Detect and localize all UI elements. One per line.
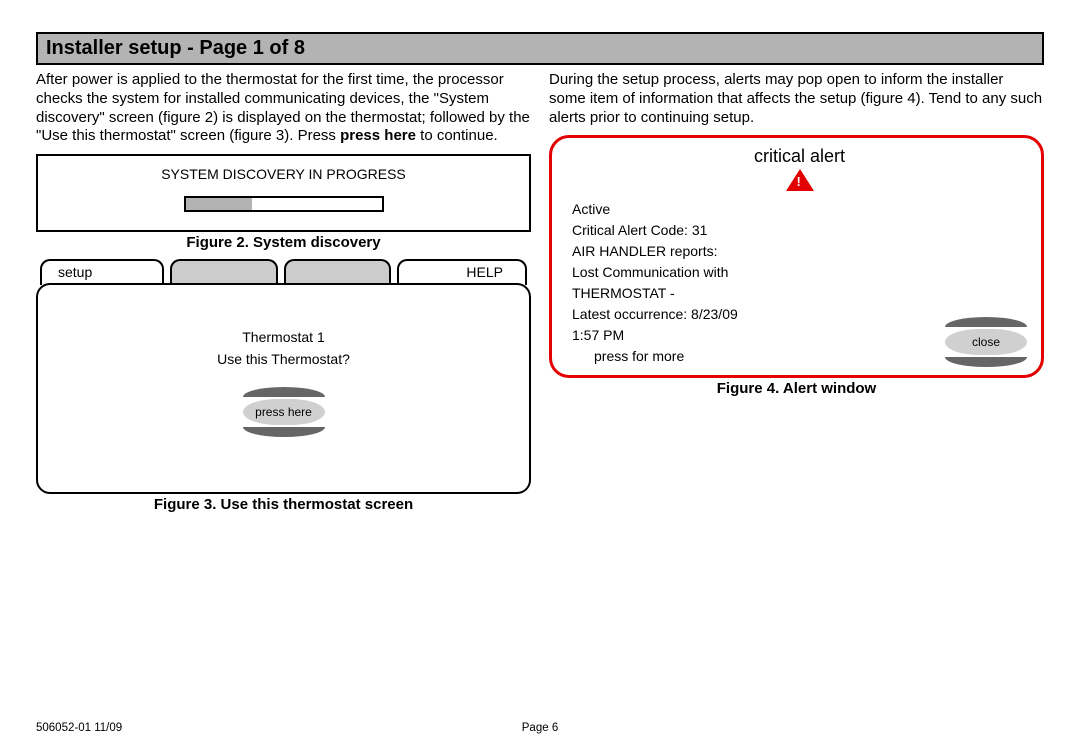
- intro-paragraph-right: During the setup process, alerts may pop…: [549, 71, 1044, 127]
- page-title: Installer setup - Page 1 of 8: [36, 32, 1044, 65]
- alert-icon: [786, 169, 814, 191]
- progress-bar-fill: [186, 198, 253, 210]
- progress-bar: [184, 196, 384, 212]
- tab-help[interactable]: HELP: [397, 259, 527, 285]
- figure-2-caption: Figure 2. System discovery: [36, 234, 531, 251]
- system-discovery-title: SYSTEM DISCOVERY IN PROGRESS: [50, 166, 517, 182]
- thermostat-name-label: Thermostat 1: [38, 329, 529, 345]
- system-discovery-screen: SYSTEM DISCOVERY IN PROGRESS: [36, 154, 531, 232]
- alert-details: Active Critical Alert Code: 31 AIR HANDL…: [572, 199, 738, 367]
- intro-paragraph-left: After power is applied to the thermostat…: [36, 71, 531, 146]
- press-here-button[interactable]: press here: [243, 387, 325, 437]
- figure-3-caption: Figure 3. Use this thermostat screen: [36, 496, 531, 513]
- close-button[interactable]: close: [945, 317, 1027, 367]
- tab-blank-2[interactable]: [284, 259, 392, 285]
- critical-alert-window: critical alert Active Critical Alert Cod…: [549, 135, 1044, 378]
- use-this-thermostat-screen: Thermostat 1 Use this Thermostat? press …: [36, 283, 531, 494]
- tab-blank-1[interactable]: [170, 259, 278, 285]
- critical-alert-title: critical alert: [572, 146, 1027, 191]
- figure-4-caption: Figure 4. Alert window: [549, 380, 1044, 397]
- close-button-label: close: [945, 329, 1027, 355]
- use-this-thermostat-label: Use this Thermostat?: [38, 351, 529, 367]
- tab-setup[interactable]: setup: [40, 259, 164, 285]
- press-for-more-label[interactable]: press for more: [572, 346, 738, 367]
- footer-page-number: Page 6: [36, 722, 1044, 734]
- press-here-button-label: press here: [243, 399, 325, 425]
